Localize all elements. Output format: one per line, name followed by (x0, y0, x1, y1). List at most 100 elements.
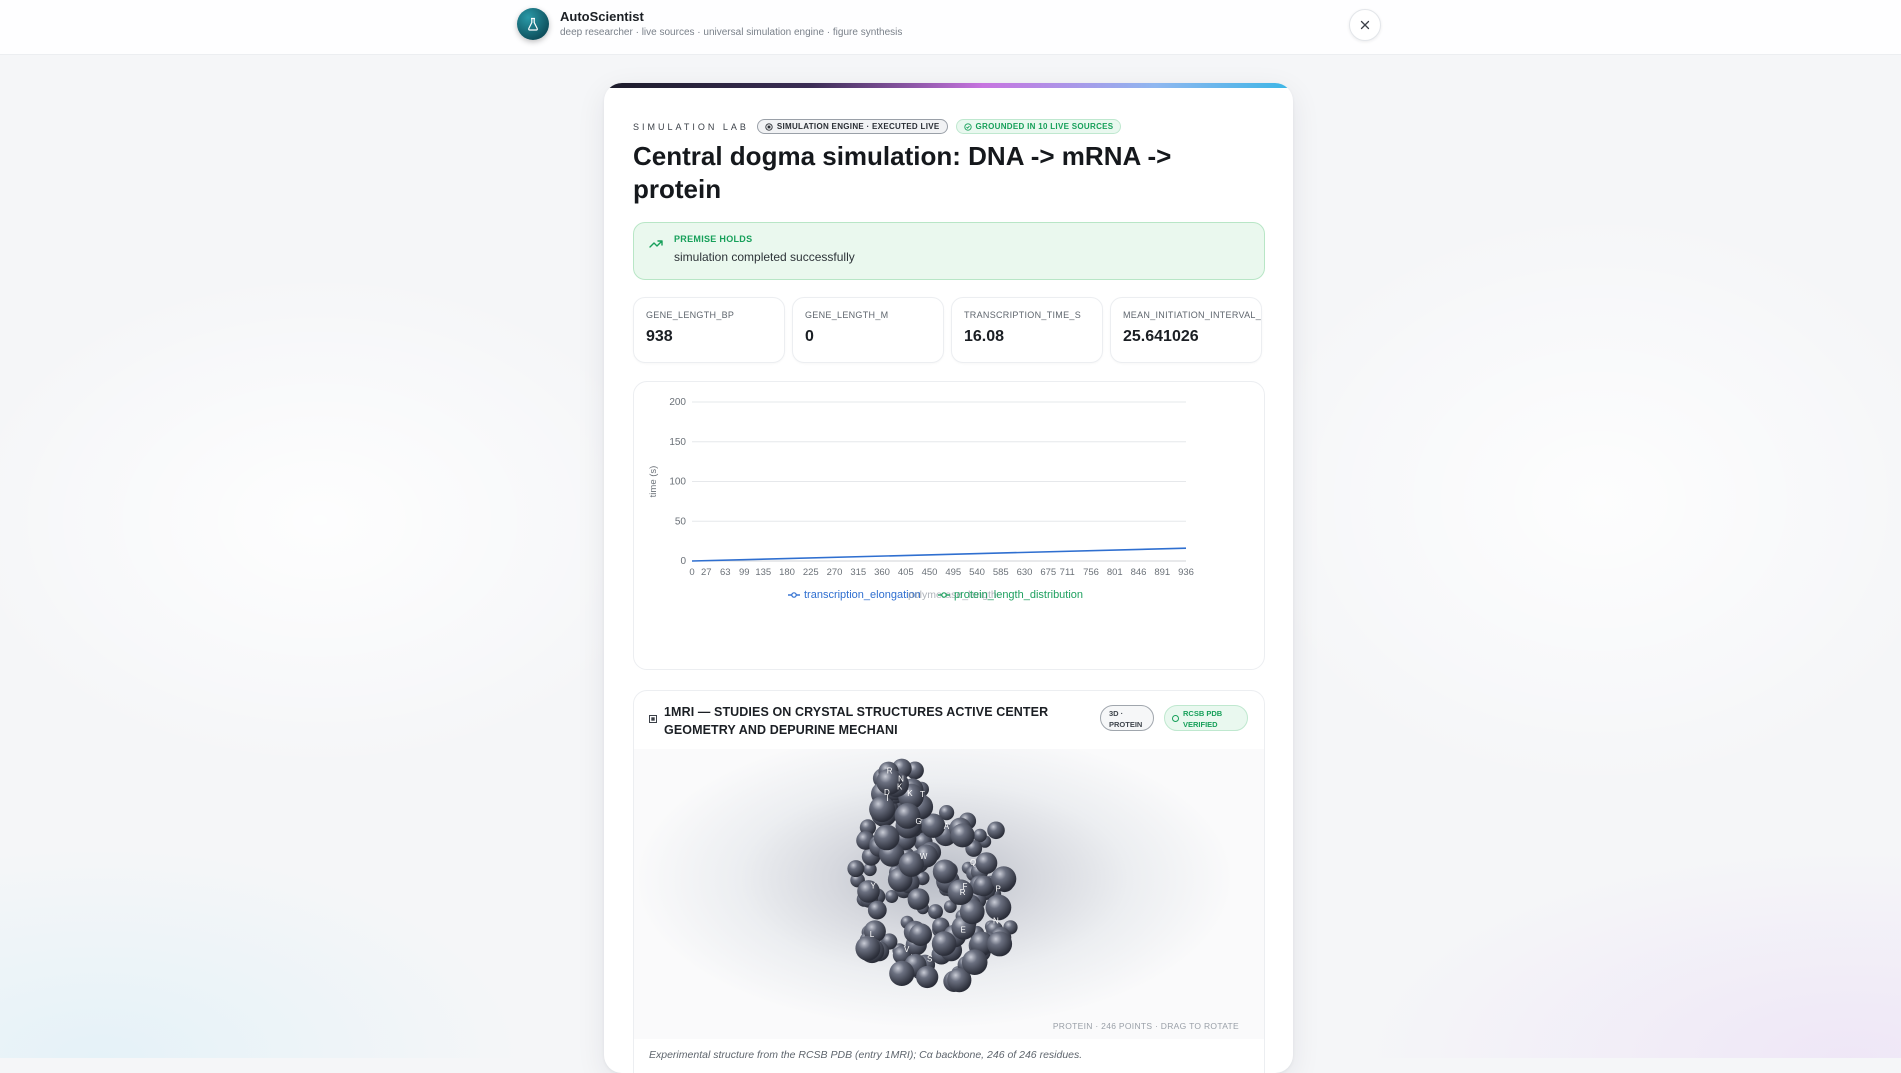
legend-marker (941, 592, 947, 598)
x-tick-label: 225 (803, 567, 819, 578)
viewer-caption: PROTEIN · 246 POINTS · DRAG TO ROTATE (1052, 1021, 1239, 1031)
residue-atom (909, 923, 932, 946)
residue-label: G (916, 817, 922, 826)
app-title: AutoScientist (560, 9, 644, 24)
residue-atom (869, 796, 896, 823)
x-tick-label: 585 (993, 567, 1009, 578)
residue-label: E (961, 925, 966, 934)
x-tick-label: 63 (720, 567, 731, 578)
accent-strip (604, 83, 1293, 88)
premise-text: simulation completed successfully (674, 250, 855, 264)
engine-badge-label: SIMULATION ENGINE · EXECUTED LIVE (776, 122, 940, 131)
top-bar: AutoScientist deep researcher · live sou… (0, 0, 1901, 55)
residue-label: F (963, 882, 968, 891)
residue-atom (916, 965, 939, 989)
check-circle-icon (963, 122, 972, 131)
protein-card: 1MRI — STUDIES ON CRYSTAL STRUCTURES ACT… (633, 690, 1265, 1073)
y-tick-label: 200 (669, 397, 686, 408)
badge-line: VERIFIED (1183, 720, 1218, 729)
trending-up-icon (649, 240, 663, 248)
residue-atom (855, 935, 881, 961)
residue-atom (961, 949, 988, 975)
x-tick-label: 801 (1107, 567, 1123, 578)
stat-label: MEAN_INITIATION_INTERVAL_S (1123, 310, 1262, 320)
stat-value: 0 (805, 328, 814, 345)
pdb-verified-badge: RCSB PDB VERIFIED (1164, 705, 1248, 731)
protein-title: 1MRI — STUDIES ON CRYSTAL STRUCTURES ACT… (664, 705, 1049, 737)
residue-atom (928, 904, 943, 920)
residue-label: N (993, 917, 999, 926)
verified-dot-icon (1172, 715, 1179, 722)
residue-atom (973, 875, 995, 897)
x-tick-label: 846 (1131, 567, 1147, 578)
grounded-badge: GROUNDED IN 10 LIVE SOURCES (955, 119, 1122, 134)
residue-label: K (897, 782, 903, 791)
eyebrow-label: SIMULATION LAB (633, 121, 749, 132)
protein-3d-viewer[interactable]: NGRNWEKLFYDRASTIPQKV (634, 749, 1264, 1039)
stat-card: GENE_LENGTH_BP 938 (633, 297, 785, 363)
badge-line: RCSB PDB (1183, 709, 1223, 718)
y-tick-label: 50 (675, 516, 687, 527)
residue-label: Y (871, 881, 877, 890)
flask-logo-icon (517, 8, 549, 40)
x-tick-label: 495 (945, 567, 961, 578)
residue-atom (950, 823, 975, 848)
stats-row: GENE_LENGTH_BP 938 GENE_LENGTH_M 0 TRANS… (633, 297, 1265, 363)
x-tick-label: 711 (1060, 567, 1075, 578)
residue-label: L (870, 930, 875, 939)
residue-label: A (944, 822, 950, 831)
stat-value: 938 (646, 328, 673, 345)
residue-atom (932, 859, 957, 884)
x-tick-label: 630 (1017, 567, 1033, 578)
residue-atom (889, 960, 915, 986)
x-tick-label: 405 (898, 567, 914, 578)
stat-label: GENE_LENGTH_BP (646, 310, 735, 320)
residue-label: K (907, 789, 913, 798)
x-tick-label: 270 (827, 567, 843, 578)
stat-label: TRANSCRIPTION_TIME_S (964, 310, 1082, 320)
premise-banner: PREMISE HOLDS simulation completed succe… (633, 222, 1265, 280)
stat-card: TRANSCRIPTION_TIME_S 16.08 (951, 297, 1103, 363)
residue-atom (873, 824, 900, 851)
residue-label: V (904, 945, 910, 954)
x-tick-label: 891 (1154, 567, 1170, 578)
stat-card: GENE_LENGTH_M 0 (792, 297, 944, 363)
badge-line: PROTEIN (1109, 720, 1143, 729)
engine-badge: SIMULATION ENGINE · EXECUTED LIVE (756, 119, 948, 134)
residue-label: R (887, 766, 893, 775)
eyebrow-row: SIMULATION LAB SIMULATION ENGINE · EXECU… (633, 119, 1122, 134)
stat-card: MEAN_INITIATION_INTERVAL_S 25.641026 (1110, 297, 1262, 363)
x-tick-label: 27 (701, 567, 712, 578)
app-subtitle: deep researcher · live sources · univers… (560, 27, 903, 38)
residue-atom (975, 852, 998, 874)
close-button[interactable] (1349, 9, 1381, 41)
close-icon (1360, 20, 1370, 30)
x-tick-label: 180 (779, 567, 795, 578)
residue-atom (857, 880, 880, 903)
premise-heading: PREMISE HOLDS (674, 234, 753, 244)
x-tick-label: 99 (739, 567, 750, 578)
page-title: Central dogma simulation: DNA -> mRNA ->… (633, 141, 1172, 204)
protein-structure[interactable]: NGRNWEKLFYDRASTIPQKV (634, 749, 1264, 1039)
residue-atom (987, 821, 1005, 840)
residue-label: P (996, 884, 1001, 893)
x-tick-label: 135 (755, 567, 771, 578)
residue-label: S (927, 955, 932, 964)
legend-marker (791, 592, 797, 598)
residue-atom (867, 900, 887, 920)
x-tick-label: 0 (689, 567, 694, 578)
line-chart: 0 50 100 150 200 0 27 63 99 135 180 225 270 315 360 405… (648, 397, 1194, 601)
badge-line: 3D · (1109, 709, 1124, 718)
stat-value: 25.641026 (1123, 328, 1199, 345)
structure-footnote: Experimental structure from the RCSB PDB… (649, 1049, 1083, 1061)
legend-label: protein_length_distribution (954, 589, 1083, 601)
x-tick-label: 936 (1178, 567, 1194, 578)
residue-atom (847, 860, 865, 878)
3d-protein-badge: 3D · PROTEIN (1100, 705, 1154, 731)
residue-label: Q (970, 858, 976, 867)
residue-label: T (920, 790, 925, 799)
simulation-card: SIMULATION LAB SIMULATION ENGINE · EXECU… (604, 83, 1293, 1073)
engine-icon (765, 122, 773, 131)
stat-label: GENE_LENGTH_M (805, 310, 889, 320)
legend-label: transcription_elongation (804, 589, 921, 601)
